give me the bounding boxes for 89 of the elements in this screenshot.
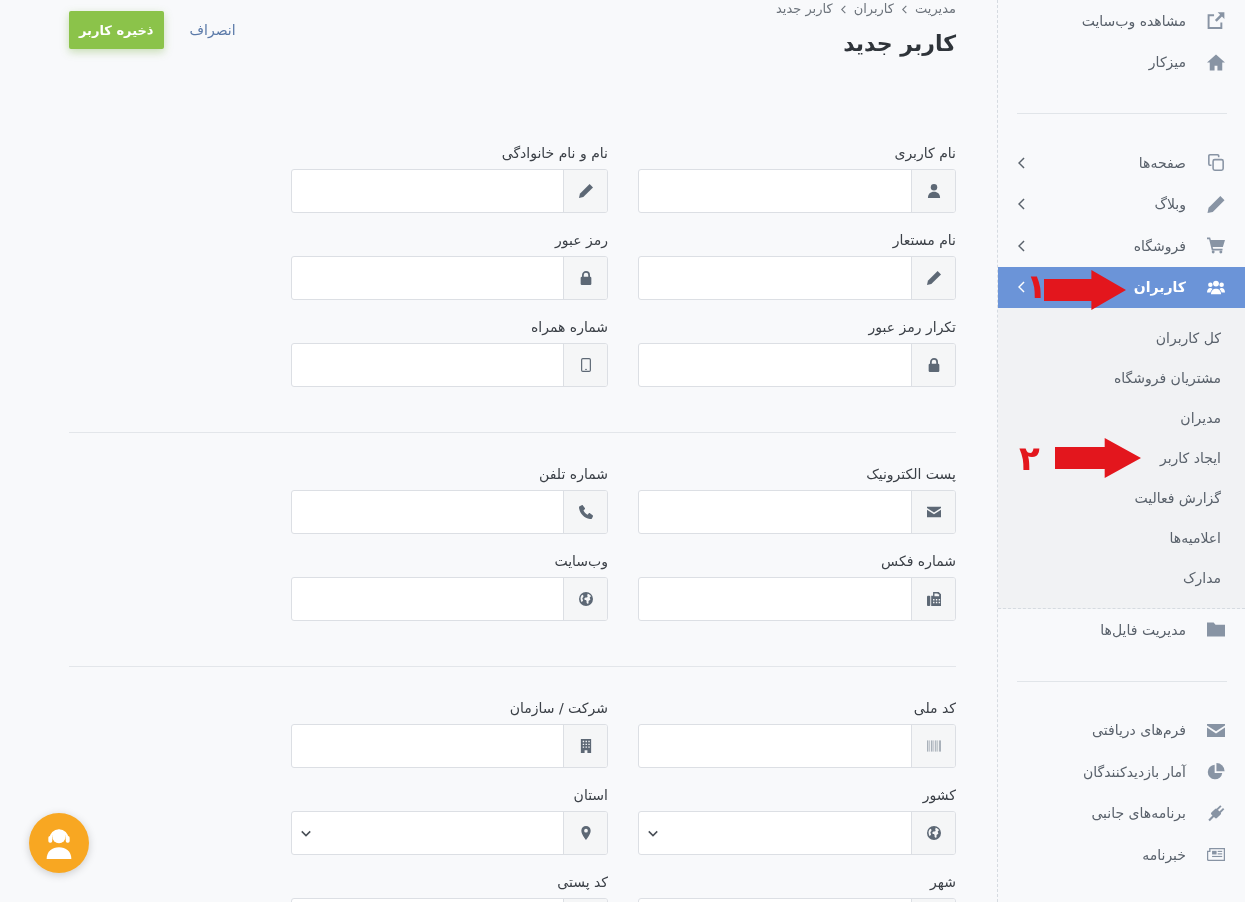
- input-field[interactable]: [638, 256, 956, 300]
- newspaper-icon: [1207, 846, 1225, 864]
- sidebar-item[interactable]: برنامه‌های جانبی: [998, 792, 1245, 834]
- pencil-icon: [578, 184, 593, 198]
- pencil-icon: [926, 271, 941, 285]
- input-field[interactable]: [291, 343, 608, 387]
- field-label: شماره تلفن: [538, 465, 608, 484]
- envelope-icon: [926, 505, 941, 519]
- field-label: شرکت / سازمان: [508, 699, 608, 718]
- chevron-left-icon: [840, 4, 846, 14]
- cart-icon: [1207, 237, 1225, 255]
- headset-person-icon: [46, 827, 72, 859]
- fax-icon: [926, 592, 941, 606]
- users-icon: [1207, 278, 1225, 296]
- chevron-left-icon: [1018, 198, 1025, 211]
- chevron-left-icon: [1018, 156, 1025, 169]
- field-label: کد ملی: [912, 699, 956, 718]
- sidebar-item[interactable]: مشاهده وب‌سایت: [998, 0, 1245, 42]
- external-link-icon: [1207, 12, 1225, 30]
- input-field[interactable]: [291, 490, 608, 534]
- building-icon: [578, 739, 593, 753]
- input-field[interactable]: [291, 256, 608, 300]
- field-label: شماره همراه: [529, 318, 608, 337]
- globe-icon: [578, 592, 593, 606]
- sidebar-item[interactable]: فروشگاه: [998, 225, 1245, 267]
- submenu-item[interactable]: اعلامیه‌ها: [1169, 518, 1245, 558]
- chevron-left-icon: [902, 4, 908, 14]
- phone-icon: [578, 505, 593, 519]
- user-icon: [926, 184, 941, 198]
- chevron-left-icon: [1018, 281, 1025, 294]
- submenu-item[interactable]: مدارک: [1182, 558, 1245, 598]
- chevron-down-icon: [301, 829, 311, 837]
- submenu-item[interactable]: کل کاربران: [1155, 318, 1245, 358]
- sidebar-item[interactable]: صفحه‌ها: [998, 142, 1245, 184]
- chevron-down-icon: [648, 829, 658, 837]
- submenu-item[interactable]: گزارش فعالیت: [1134, 478, 1245, 518]
- breadcrumb-link[interactable]: مدیریت: [915, 0, 956, 18]
- plug-icon: [1207, 804, 1225, 822]
- input-field[interactable]: [291, 169, 608, 213]
- sidebar-item[interactable]: مدیریت فایل‌ها: [998, 609, 1245, 651]
- field-label: تکرار رمز عبور: [867, 318, 956, 337]
- breadcrumb-link[interactable]: کاربران: [853, 0, 895, 18]
- field-label: نام کاربری: [893, 144, 956, 163]
- field-label: پست الکترونیک: [865, 465, 956, 484]
- sidebar-item[interactable]: میزکار: [998, 41, 1245, 83]
- sidebar-item[interactable]: وبلاگ: [998, 183, 1245, 225]
- input-field[interactable]: [638, 724, 956, 768]
- sidebar-item[interactable]: آمار بازدیدکنندگان: [998, 751, 1245, 793]
- lock-icon: [926, 358, 941, 372]
- input-field[interactable]: [638, 577, 956, 621]
- input-field[interactable]: [638, 343, 956, 387]
- globe-icon: [926, 826, 941, 840]
- envelope-icon: [1207, 721, 1225, 739]
- input-field[interactable]: [291, 724, 608, 768]
- field-label: نام مستعار: [891, 231, 956, 250]
- support-button[interactable]: [29, 813, 89, 873]
- sidebar-item[interactable]: خبرنامه: [998, 834, 1245, 876]
- copy-icon: [1207, 154, 1225, 172]
- field-label: کد پستی: [556, 873, 608, 892]
- chevron-left-icon: [1018, 239, 1025, 252]
- sidebar-item[interactable]: فرم‌های دریافتی: [998, 709, 1245, 751]
- submenu-item[interactable]: ایجاد کاربر: [1159, 438, 1245, 478]
- select-field[interactable]: [291, 811, 608, 855]
- barcode-icon: [926, 739, 941, 753]
- page-title: کاربر جدید: [842, 30, 956, 59]
- field-label: کشور: [921, 786, 956, 805]
- submenu-item[interactable]: مشتریان فروشگاه: [1113, 358, 1245, 398]
- field-label: استان: [572, 786, 608, 805]
- mobile-icon: [578, 358, 593, 372]
- field-label: شهر: [928, 873, 956, 892]
- map-marker-icon: [578, 826, 593, 840]
- input-field[interactable]: [638, 169, 956, 213]
- folder-icon: [1207, 621, 1225, 639]
- pencil-icon: [1207, 195, 1225, 213]
- home-icon: [1207, 53, 1225, 71]
- field-label: رمز عبور: [553, 231, 608, 250]
- pie-chart-icon: [1207, 763, 1225, 781]
- input-field[interactable]: [291, 577, 608, 621]
- breadcrumb-current: کاربر جدید: [776, 0, 833, 18]
- field-label: وب‌سایت: [553, 552, 608, 571]
- lock-icon: [578, 271, 593, 285]
- annotation-number: ۱: [1026, 267, 1047, 304]
- field-label: شماره فکس: [880, 552, 956, 571]
- submenu-item[interactable]: مدیران: [1180, 398, 1245, 438]
- field-label: نام و نام خانوادگی: [500, 144, 608, 163]
- annotation-number: ۲: [1019, 440, 1040, 476]
- select-field[interactable]: [638, 811, 956, 855]
- cancel-link[interactable]: انصراف: [189, 22, 236, 38]
- input-field[interactable]: [638, 490, 956, 534]
